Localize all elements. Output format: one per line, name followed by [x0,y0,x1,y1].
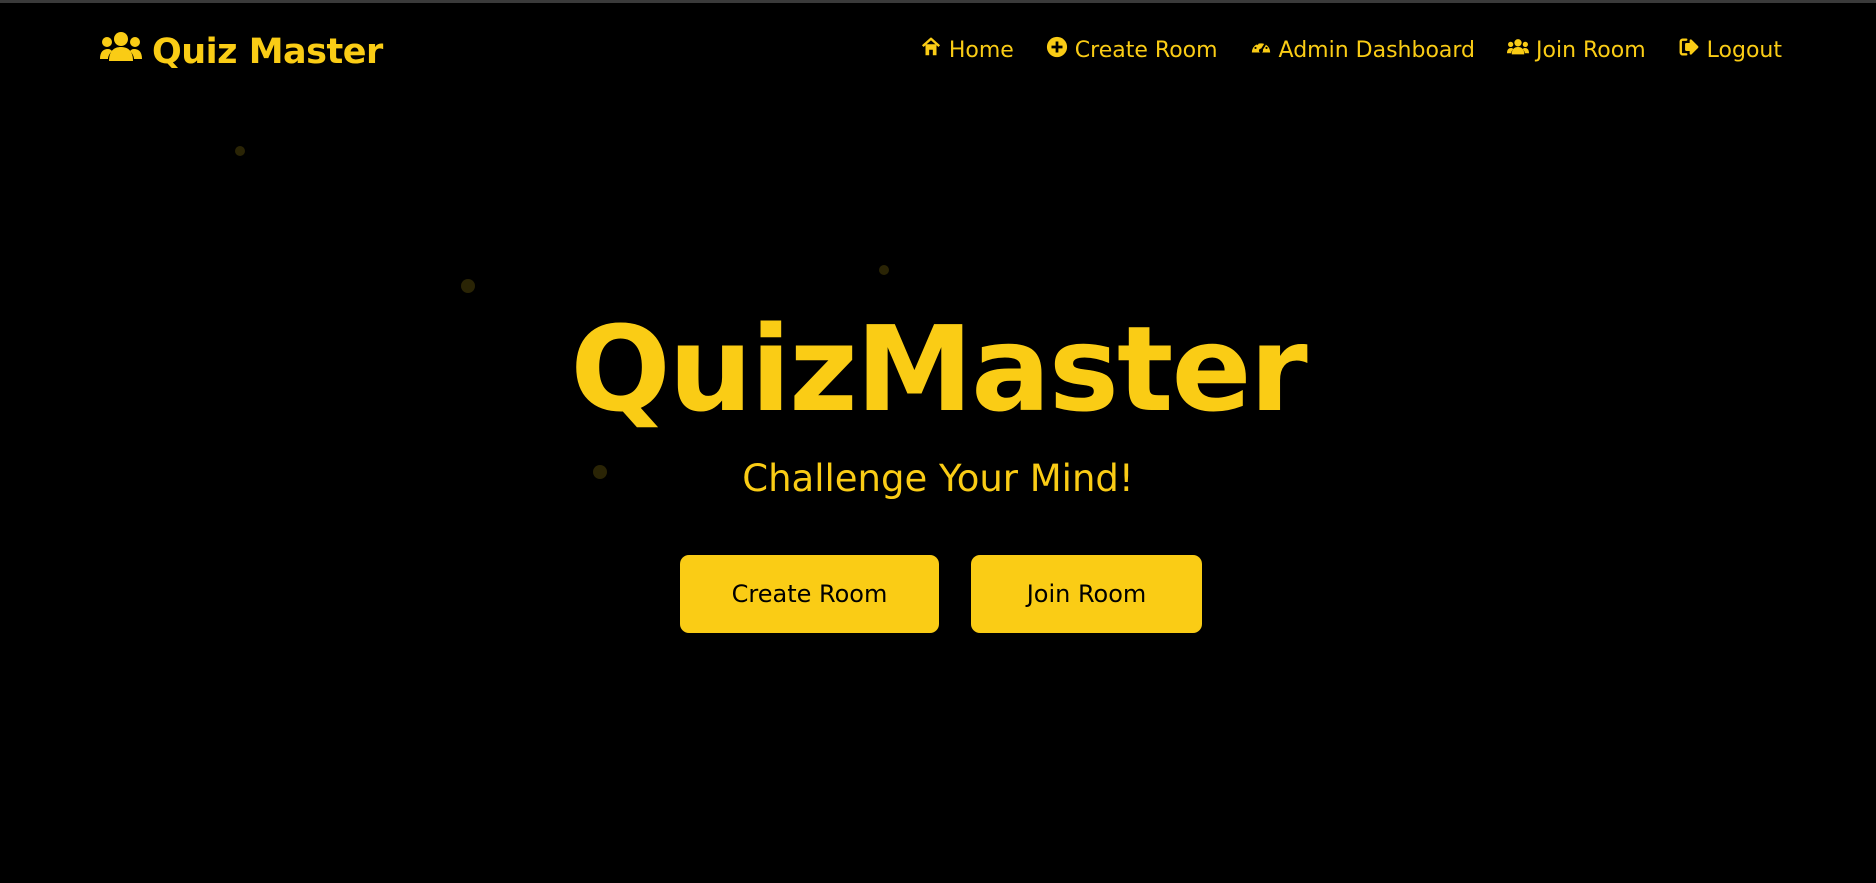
background-particle [461,279,475,293]
dashboard-icon [1250,36,1272,64]
brand-logo[interactable]: Quiz Master [100,31,383,72]
nav-link-label: Create Room [1074,37,1218,63]
background-particle [235,146,245,156]
home-icon [920,36,942,64]
nav-link-logout[interactable]: Logout [1678,36,1782,64]
nav-link-label: Admin Dashboard [1278,37,1476,63]
logout-icon [1678,36,1700,64]
nav-link-label: Join Room [1536,37,1646,63]
users-icon [1507,36,1530,64]
nav-link-join-room[interactable]: Join Room [1507,36,1646,64]
users-icon [100,31,142,72]
brand-name: Quiz Master [152,31,383,72]
navbar: Quiz Master Home Create Room Admin Dashb… [0,3,1876,98]
background-particle [879,265,889,275]
nav-link-create-room[interactable]: Create Room [1046,36,1218,64]
hero-title: QuizMaster [570,300,1307,438]
nav-link-home[interactable]: Home [920,36,1014,64]
hero-subtitle: Challenge Your Mind! [742,457,1134,500]
hero-actions: Create Room Join Room [680,555,1202,633]
nav-link-admin-dashboard[interactable]: Admin Dashboard [1250,36,1475,64]
nav-link-label: Logout [1706,37,1782,63]
nav-link-label: Home [948,37,1014,63]
join-room-button[interactable]: Join Room [971,555,1202,633]
plus-circle-icon [1046,36,1068,64]
create-room-button[interactable]: Create Room [680,555,939,633]
nav-links: Home Create Room Admin Dashboard Join Ro… [920,36,1782,64]
